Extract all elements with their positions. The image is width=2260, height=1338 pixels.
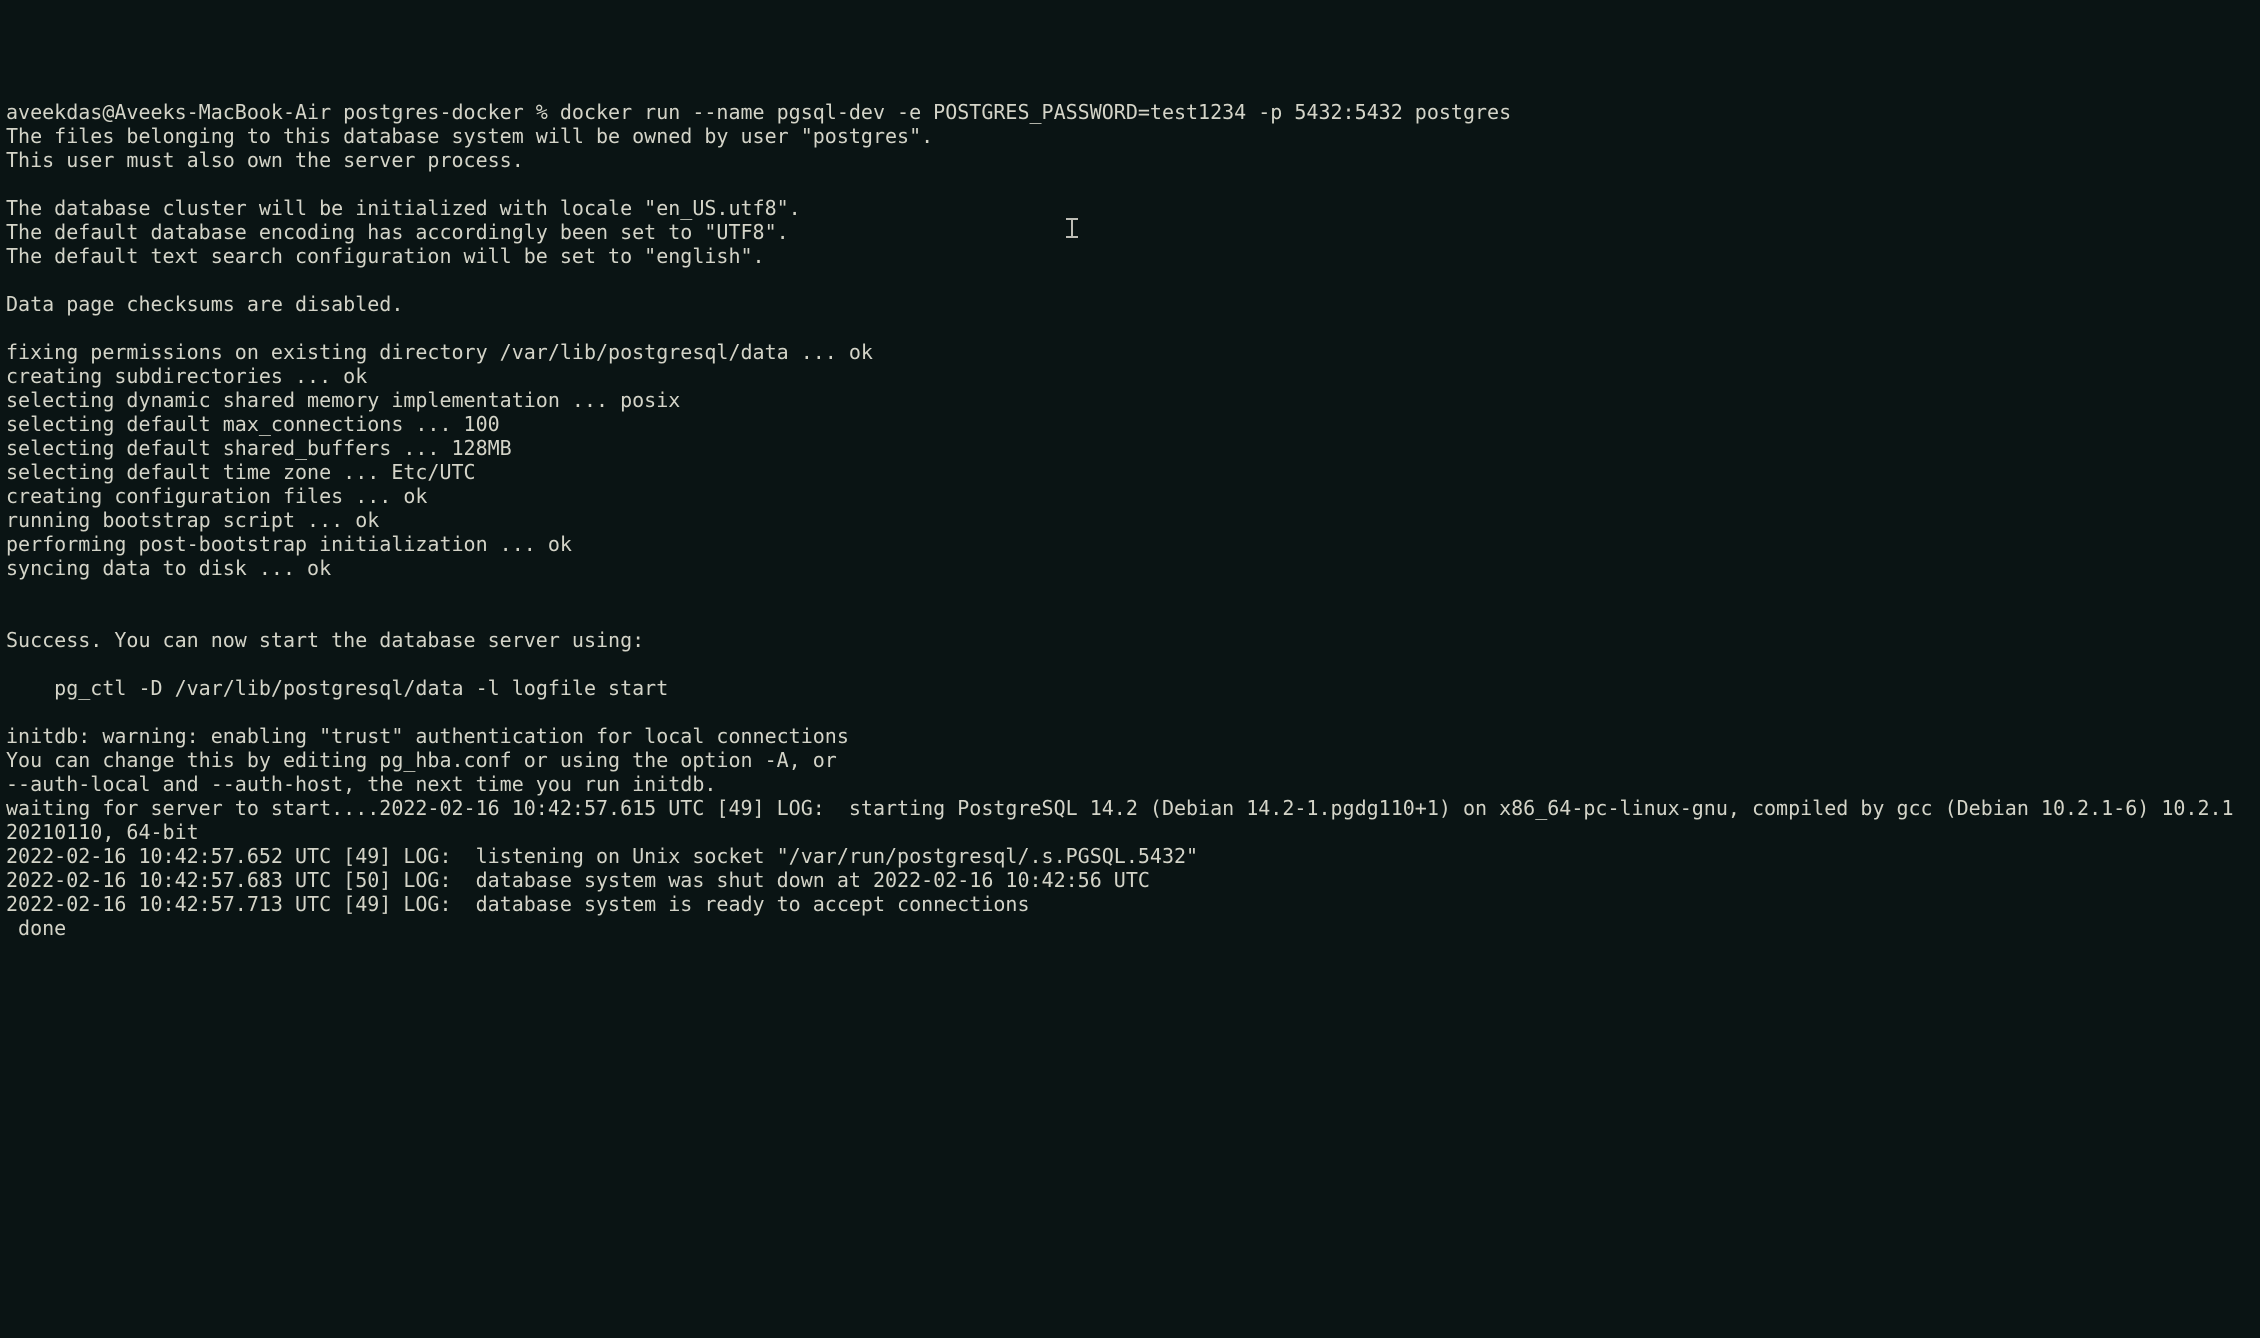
terminal-line: done — [6, 916, 2254, 940]
terminal-line — [6, 172, 2254, 196]
terminal-line: initdb: warning: enabling "trust" authen… — [6, 724, 2254, 748]
terminal-line — [6, 580, 2254, 604]
terminal-line — [6, 652, 2254, 676]
terminal-line: selecting default max_connections ... 10… — [6, 412, 2254, 436]
terminal-line: Success. You can now start the database … — [6, 628, 2254, 652]
terminal-line: creating subdirectories ... ok — [6, 364, 2254, 388]
terminal-line: selecting default time zone ... Etc/UTC — [6, 460, 2254, 484]
terminal-line: --auth-local and --auth-host, the next t… — [6, 772, 2254, 796]
terminal-line: waiting for server to start....2022-02-1… — [6, 796, 2254, 844]
terminal-line: 2022-02-16 10:42:57.652 UTC [49] LOG: li… — [6, 844, 2254, 868]
terminal-line — [6, 700, 2254, 724]
terminal-line: The default database encoding has accord… — [6, 220, 2254, 244]
terminal-line: creating configuration files ... ok — [6, 484, 2254, 508]
terminal-line: The files belonging to this database sys… — [6, 124, 2254, 148]
terminal-line: selecting dynamic shared memory implemen… — [6, 388, 2254, 412]
terminal-line: The default text search configuration wi… — [6, 244, 2254, 268]
terminal-line: performing post-bootstrap initialization… — [6, 532, 2254, 556]
terminal-line: pg_ctl -D /var/lib/postgresql/data -l lo… — [6, 676, 2254, 700]
terminal-line: running bootstrap script ... ok — [6, 508, 2254, 532]
terminal-line: selecting default shared_buffers ... 128… — [6, 436, 2254, 460]
terminal-line: This user must also own the server proce… — [6, 148, 2254, 172]
terminal-line: fixing permissions on existing directory… — [6, 340, 2254, 364]
terminal-line: 2022-02-16 10:42:57.683 UTC [50] LOG: da… — [6, 868, 2254, 892]
terminal-line — [6, 316, 2254, 340]
terminal-line: aveekdas@Aveeks-MacBook-Air postgres-doc… — [6, 100, 2254, 124]
terminal-line — [6, 604, 2254, 628]
terminal-line: The database cluster will be initialized… — [6, 196, 2254, 220]
terminal-output[interactable]: aveekdas@Aveeks-MacBook-Air postgres-doc… — [6, 100, 2254, 940]
terminal-line: syncing data to disk ... ok — [6, 556, 2254, 580]
terminal-line: Data page checksums are disabled. — [6, 292, 2254, 316]
terminal-line — [6, 268, 2254, 292]
terminal-line: You can change this by editing pg_hba.co… — [6, 748, 2254, 772]
terminal-line: 2022-02-16 10:42:57.713 UTC [49] LOG: da… — [6, 892, 2254, 916]
